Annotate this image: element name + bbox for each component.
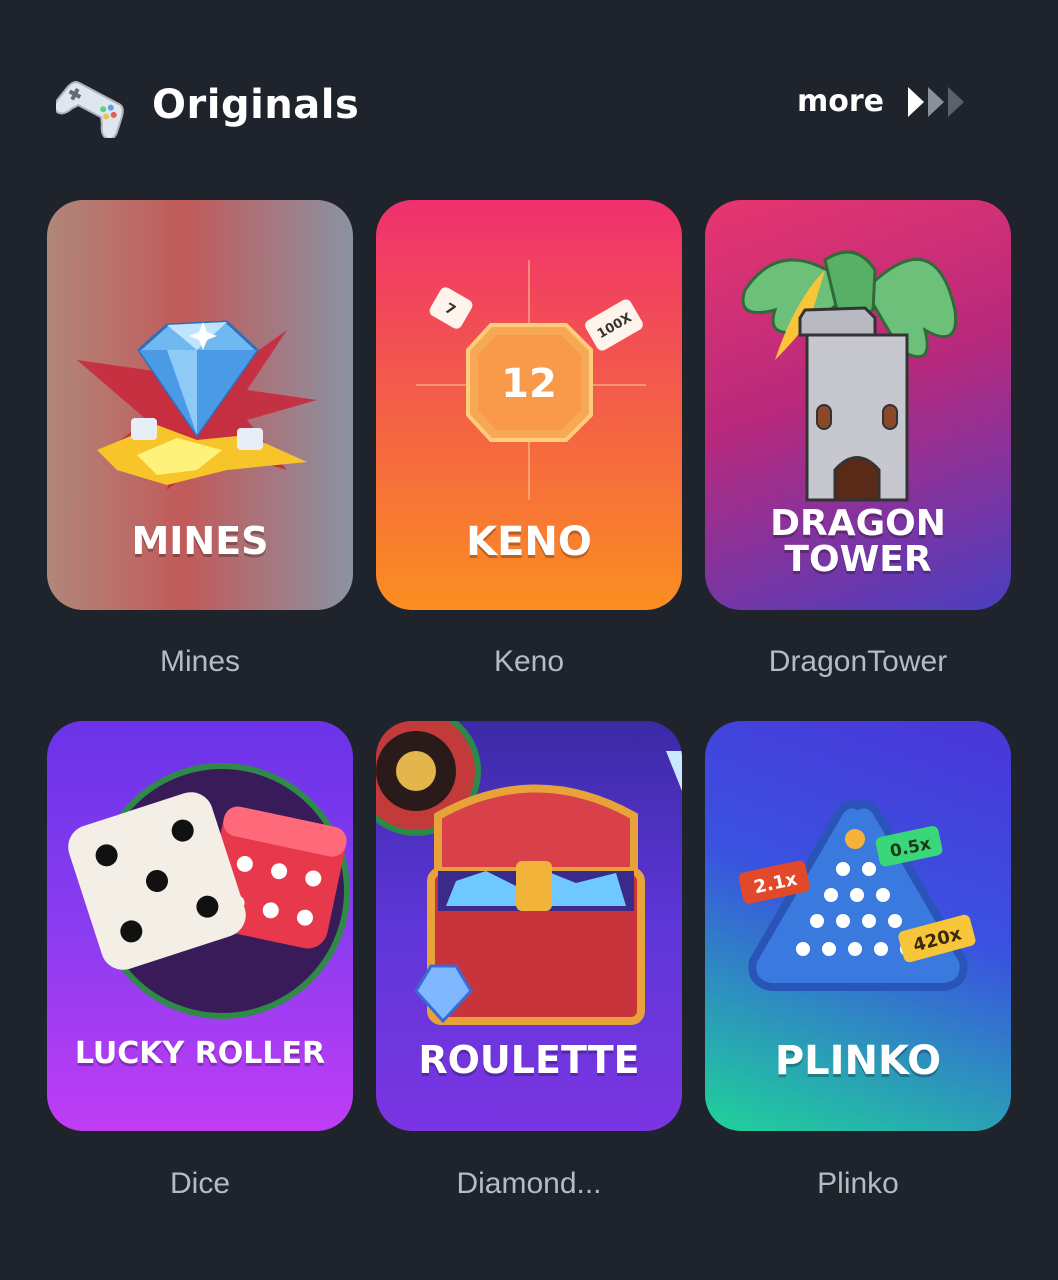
- game-label-dragon-tower[interactable]: DragonTower: [705, 645, 1011, 679]
- game-label-keno[interactable]: Keno: [376, 645, 682, 679]
- more-label: more: [796, 84, 884, 119]
- game-card-mines[interactable]: MINES: [47, 200, 353, 610]
- triple-chevron-right-icon: [908, 86, 964, 117]
- game-label-mines[interactable]: Mines: [47, 645, 353, 679]
- game-card-plinko[interactable]: 2.1x 0.5x 420x PLINKO: [705, 721, 1011, 1131]
- gamepad-icon: [56, 80, 124, 138]
- game-label-plinko[interactable]: Plinko: [705, 1167, 1011, 1201]
- card-title-roulette: ROULETTE: [418, 1038, 640, 1082]
- section-title: Originals: [152, 82, 360, 128]
- section-header: Originals more: [56, 70, 966, 140]
- card-title-plinko: PLINKO: [774, 1038, 942, 1084]
- originals-page: Originals more MINES Mines 12 7 100X KEN…: [0, 0, 1058, 1280]
- game-label-dice[interactable]: Dice: [47, 1167, 353, 1201]
- card-title-keno: KENO: [466, 519, 592, 565]
- game-label-diamond[interactable]: Diamond...: [376, 1167, 682, 1201]
- card-title-dragon-tower: DRAGON TOWER: [770, 503, 946, 580]
- card-title-mines: MINES: [131, 519, 269, 563]
- game-card-dice[interactable]: LUCKY ROLLER: [47, 721, 353, 1131]
- card-title-lucky-roller: LUCKY ROLLER: [74, 1036, 326, 1071]
- game-card-dragon-tower[interactable]: DRAGON TOWER: [705, 200, 1011, 610]
- game-card-diamond[interactable]: ROULETTE: [376, 721, 682, 1131]
- more-link[interactable]: more: [797, 84, 966, 119]
- game-card-keno[interactable]: 12 7 100X KENO: [376, 200, 682, 610]
